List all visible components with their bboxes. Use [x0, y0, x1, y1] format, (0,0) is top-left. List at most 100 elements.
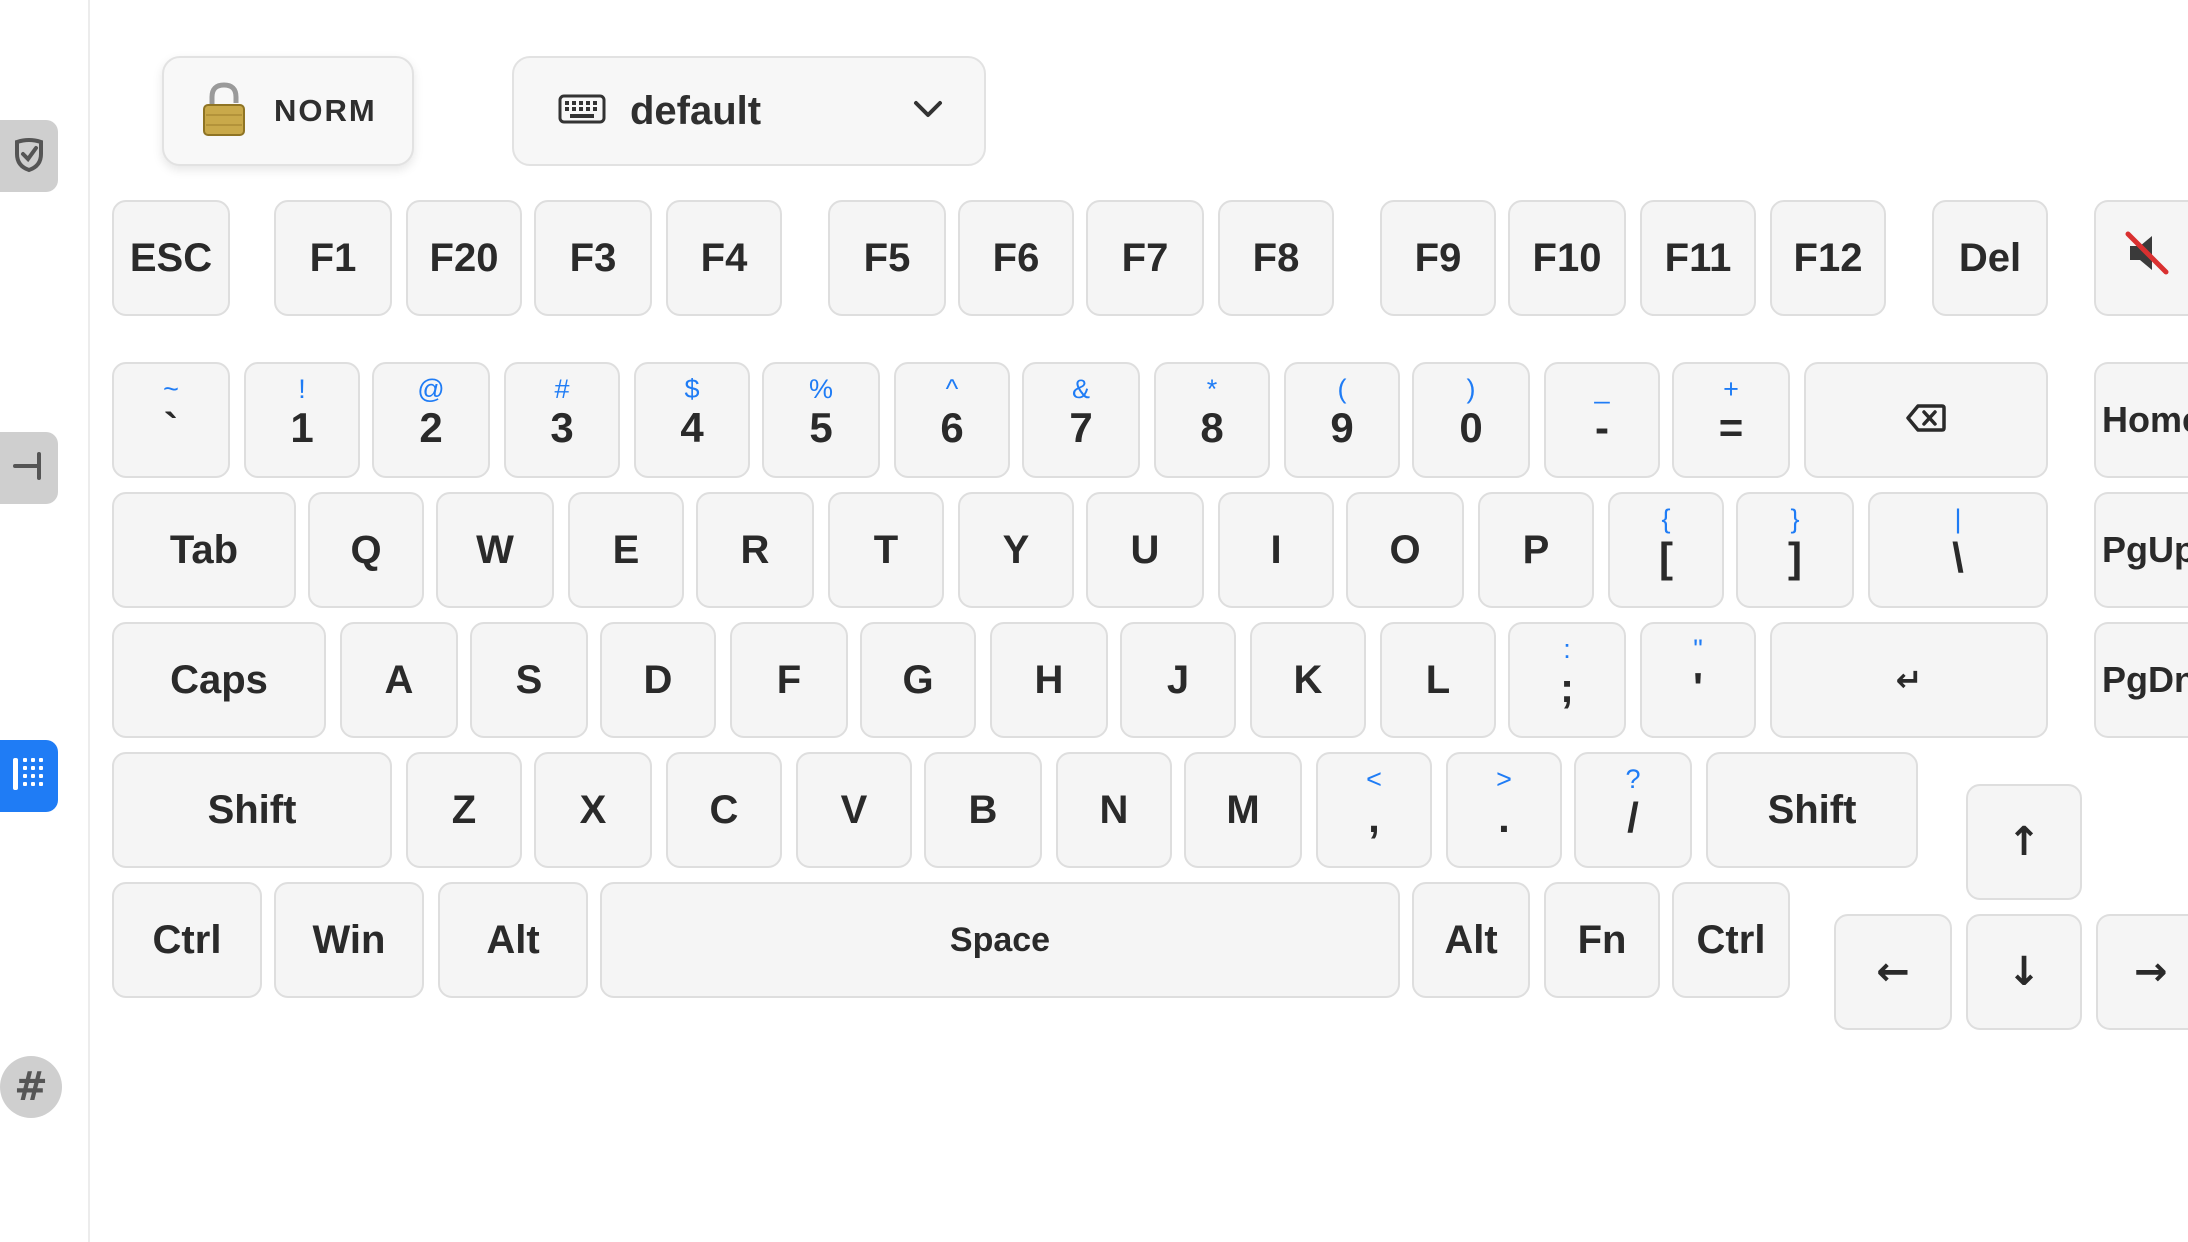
key-r[interactable]: R	[696, 492, 814, 608]
key-caps[interactable]: Caps	[112, 622, 326, 738]
key-c[interactable]: C	[666, 752, 782, 868]
key-label: F12	[1793, 235, 1863, 280]
key-f5[interactable]: F5	[828, 200, 946, 316]
key-backspace[interactable]	[1804, 362, 2048, 478]
key-4[interactable]: $4	[634, 362, 750, 478]
key-backslash[interactable]: | \	[1868, 492, 2048, 608]
key-7[interactable]: & 7	[1022, 362, 1140, 478]
key-arrow-left[interactable]: ←	[1834, 914, 1952, 1030]
key-right-alt[interactable]: Alt	[1412, 882, 1530, 998]
key-x[interactable]: X	[534, 752, 652, 868]
key-p[interactable]: P	[1478, 492, 1594, 608]
key-label: '	[1693, 664, 1703, 711]
key-left-alt[interactable]: Alt	[438, 882, 588, 998]
key-f9[interactable]: F9	[1380, 200, 1496, 316]
key-arrow-right[interactable]: →	[2096, 914, 2188, 1030]
key-space[interactable]: Space	[600, 882, 1400, 998]
key-left-bracket[interactable]: {[	[1608, 492, 1724, 608]
chevron-down-icon	[912, 99, 944, 124]
key-b[interactable]: B	[924, 752, 1042, 868]
key-win[interactable]: Win	[274, 882, 424, 998]
key-g[interactable]: G	[860, 622, 976, 738]
key-8[interactable]: * 8	[1154, 362, 1270, 478]
key-o[interactable]: O	[1346, 492, 1464, 608]
key-f10[interactable]: F10	[1508, 200, 1626, 316]
key-a[interactable]: A	[340, 622, 458, 738]
key-v[interactable]: V	[796, 752, 912, 868]
key-slash[interactable]: ? /	[1574, 752, 1692, 868]
keyboard: NORM default ESC F1 F20 F3 F4 F5 F6 F7 F…	[0, 0, 2188, 1242]
key-shift-label: $	[684, 374, 700, 404]
layout-select[interactable]: default	[512, 56, 986, 166]
key-quote[interactable]: " '	[1640, 622, 1756, 738]
key-period[interactable]: >.	[1446, 752, 1562, 868]
key-y[interactable]: Y	[958, 492, 1074, 608]
key-f3[interactable]: F3	[534, 200, 652, 316]
key-f7[interactable]: F7	[1086, 200, 1204, 316]
key-pgup[interactable]: PgUp	[2094, 492, 2188, 608]
key-home[interactable]: Home	[2094, 362, 2188, 478]
key-f8[interactable]: F8	[1218, 200, 1334, 316]
key-label: 4	[680, 404, 704, 451]
key-comma[interactable]: <,	[1316, 752, 1432, 868]
key-equals[interactable]: + =	[1672, 362, 1790, 478]
key-minus[interactable]: _ -	[1544, 362, 1660, 478]
key-backtick[interactable]: ~ `	[112, 362, 230, 478]
key-n[interactable]: N	[1056, 752, 1172, 868]
key-label: W	[476, 527, 514, 572]
key-left-shift[interactable]: Shift	[112, 752, 392, 868]
key-label: Shift	[207, 787, 297, 832]
key-5[interactable]: % 5	[762, 362, 880, 478]
key-label: F	[776, 657, 802, 702]
key-tab[interactable]: Tab	[112, 492, 296, 608]
key-left-ctrl[interactable]: Ctrl	[112, 882, 262, 998]
key-label: F8	[1252, 235, 1300, 280]
key-k[interactable]: K	[1250, 622, 1366, 738]
key-label: K	[1293, 657, 1323, 702]
key-label: S	[515, 657, 543, 702]
key-arrow-down[interactable]: ↓	[1966, 914, 2082, 1030]
key-3[interactable]: #3	[504, 362, 620, 478]
key-label: Alt	[486, 917, 540, 962]
key-0[interactable]: ) 0	[1412, 362, 1530, 478]
key-9[interactable]: (9	[1284, 362, 1400, 478]
key-f11[interactable]: F11	[1640, 200, 1756, 316]
key-label: D	[643, 657, 673, 702]
key-f12[interactable]: F12	[1770, 200, 1886, 316]
key-h[interactable]: H	[990, 622, 1108, 738]
key-u[interactable]: U	[1086, 492, 1204, 608]
key-i[interactable]: I	[1218, 492, 1334, 608]
key-j[interactable]: J	[1120, 622, 1236, 738]
key-arrow-up[interactable]: ↑	[1966, 784, 2082, 900]
key-pgdn[interactable]: PgDn	[2094, 622, 2188, 738]
key-m[interactable]: M	[1184, 752, 1302, 868]
key-shift-label: _	[1594, 374, 1610, 404]
key-del[interactable]: Del	[1932, 200, 2048, 316]
key-f20[interactable]: F20	[406, 200, 522, 316]
key-6[interactable]: ^ 6	[894, 362, 1010, 478]
key-t[interactable]: T	[828, 492, 944, 608]
key-z[interactable]: Z	[406, 752, 522, 868]
key-f1[interactable]: F1	[274, 200, 392, 316]
mode-badge[interactable]: NORM	[162, 56, 414, 166]
key-f4[interactable]: F4	[666, 200, 782, 316]
key-f6[interactable]: F6	[958, 200, 1074, 316]
key-esc[interactable]: ESC	[112, 200, 230, 316]
key-f[interactable]: F	[730, 622, 848, 738]
key-enter[interactable]: ↵	[1770, 622, 2048, 738]
key-l[interactable]: L	[1380, 622, 1496, 738]
key-d[interactable]: D	[600, 622, 716, 738]
key-2[interactable]: @2	[372, 362, 490, 478]
key-shift-label: %	[808, 374, 833, 404]
key-mute[interactable]	[2094, 200, 2188, 316]
key-right-bracket[interactable]: }]	[1736, 492, 1854, 608]
key-fn[interactable]: Fn	[1544, 882, 1660, 998]
key-e[interactable]: E	[568, 492, 684, 608]
key-1[interactable]: ! 1	[244, 362, 360, 478]
key-q[interactable]: Q	[308, 492, 424, 608]
key-w[interactable]: W	[436, 492, 554, 608]
key-semicolon[interactable]: :;	[1508, 622, 1626, 738]
key-s[interactable]: S	[470, 622, 588, 738]
key-right-ctrl[interactable]: Ctrl	[1672, 882, 1790, 998]
key-right-shift[interactable]: Shift	[1706, 752, 1918, 868]
